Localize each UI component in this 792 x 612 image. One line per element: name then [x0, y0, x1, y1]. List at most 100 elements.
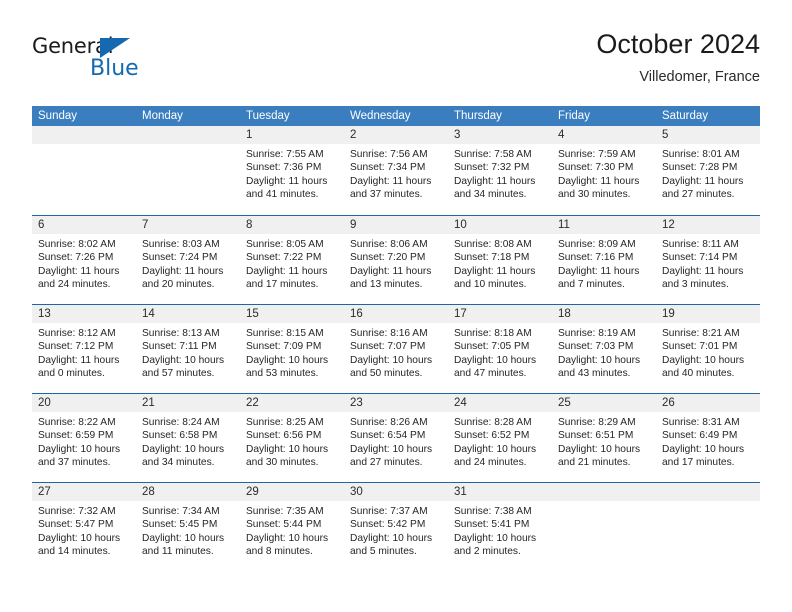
- calendar-day-cell[interactable]: 31 Sunrise: 7:38 AM Sunset: 5:41 PM Dayligh…: [448, 483, 552, 571]
- calendar-day-cell[interactable]: 12 Sunrise: 8:11 AM Sunset: 7:14 PM Dayligh…: [656, 216, 760, 304]
- sunset-text: Sunset: 6:51 PM: [558, 430, 634, 442]
- daylight-text: Daylight: 10 hours and 53 minutes.: [246, 354, 329, 380]
- day-sun-info: Sunrise: 7:37 AM Sunset: 5:42 PM Daylight:…: [344, 501, 448, 559]
- calendar-day-cell[interactable]: 6 Sunrise: 8:02 AM Sunset: 7:26 PM Daylight…: [32, 216, 136, 304]
- sunset-text: Sunset: 5:47 PM: [38, 519, 114, 531]
- calendar-day-cell[interactable]: 21 Sunrise: 8:24 AM Sunset: 6:58 PM Dayligh…: [136, 394, 240, 482]
- daylight-text: Daylight: 11 hours and 3 minutes.: [662, 265, 744, 291]
- calendar-day-cell[interactable]: 24 Sunrise: 8:28 AM Sunset: 6:52 PM Dayligh…: [448, 394, 552, 482]
- calendar-day-cell[interactable]: 18 Sunrise: 8:19 AM Sunset: 7:03 PM Dayligh…: [552, 305, 656, 393]
- day-number: 10: [454, 219, 467, 231]
- calendar-day-cell[interactable]: 9 Sunrise: 8:06 AM Sunset: 7:20 PM Daylight…: [344, 216, 448, 304]
- day-sun-info: Sunrise: 8:21 AM Sunset: 7:01 PM Daylight:…: [656, 323, 760, 381]
- daylight-text: Daylight: 11 hours and 30 minutes.: [558, 175, 640, 201]
- day-number-band: 15: [240, 305, 344, 323]
- calendar-day-cell-empty: [32, 126, 136, 215]
- calendar-day-cell[interactable]: 16 Sunrise: 8:16 AM Sunset: 7:07 PM Dayligh…: [344, 305, 448, 393]
- day-number: 27: [38, 486, 51, 498]
- day-number: 29: [246, 486, 259, 498]
- calendar-day-cell[interactable]: 26 Sunrise: 8:31 AM Sunset: 6:49 PM Dayligh…: [656, 394, 760, 482]
- day-sun-info: Sunrise: 8:05 AM Sunset: 7:22 PM Daylight:…: [240, 234, 344, 292]
- calendar-day-cell[interactable]: 19 Sunrise: 8:21 AM Sunset: 7:01 PM Dayligh…: [656, 305, 760, 393]
- day-number-band: 21: [136, 394, 240, 412]
- day-number-band: 20: [32, 394, 136, 412]
- calendar-day-cell[interactable]: 11 Sunrise: 8:09 AM Sunset: 7:16 PM Dayligh…: [552, 216, 656, 304]
- calendar-day-cell-empty: [552, 483, 656, 571]
- calendar-day-cell[interactable]: 14 Sunrise: 8:13 AM Sunset: 7:11 PM Dayligh…: [136, 305, 240, 393]
- sunset-text: Sunset: 7:20 PM: [350, 252, 426, 264]
- sunrise-text: Sunrise: 7:55 AM: [246, 149, 324, 160]
- sunrise-text: Sunrise: 7:58 AM: [454, 149, 532, 160]
- day-sun-info: Sunrise: 8:11 AM Sunset: 7:14 PM Daylight:…: [656, 234, 760, 292]
- day-sun-info: Sunrise: 8:31 AM Sunset: 6:49 PM Daylight:…: [656, 412, 760, 470]
- day-number-band: 13: [32, 305, 136, 323]
- day-number-band: 8: [240, 216, 344, 234]
- day-number-band: 2: [344, 126, 448, 144]
- day-number: 14: [142, 308, 155, 320]
- calendar-day-cell[interactable]: 30 Sunrise: 7:37 AM Sunset: 5:42 PM Dayligh…: [344, 483, 448, 571]
- page-title: October 2024: [596, 29, 760, 59]
- day-number-band: 18: [552, 305, 656, 323]
- calendar-day-cell[interactable]: 28 Sunrise: 7:34 AM Sunset: 5:45 PM Dayligh…: [136, 483, 240, 571]
- sunrise-text: Sunrise: 8:19 AM: [558, 328, 636, 339]
- day-number-band: 31: [448, 483, 552, 501]
- day-number-band: 5: [656, 126, 760, 144]
- day-sun-info: Sunrise: 8:18 AM Sunset: 7:05 PM Daylight:…: [448, 323, 552, 381]
- general-blue-logo[interactable]: General Blue: [32, 34, 252, 90]
- day-number-band: 19: [656, 305, 760, 323]
- day-number-band: 12: [656, 216, 760, 234]
- calendar-day-cell[interactable]: 10 Sunrise: 8:08 AM Sunset: 7:18 PM Dayligh…: [448, 216, 552, 304]
- day-number-band: 26: [656, 394, 760, 412]
- daylight-text: Daylight: 10 hours and 34 minutes.: [142, 443, 225, 469]
- day-number: 11: [558, 219, 570, 231]
- daylight-text: Daylight: 10 hours and 24 minutes.: [454, 443, 537, 469]
- weekday-header-monday: Monday: [142, 110, 183, 122]
- calendar-day-cell[interactable]: 3 Sunrise: 7:58 AM Sunset: 7:32 PM Daylight…: [448, 126, 552, 215]
- sunset-text: Sunset: 7:30 PM: [558, 162, 634, 174]
- calendar-day-cell[interactable]: 15 Sunrise: 8:15 AM Sunset: 7:09 PM Dayligh…: [240, 305, 344, 393]
- calendar-day-cell[interactable]: 1 Sunrise: 7:55 AM Sunset: 7:36 PM Daylight…: [240, 126, 344, 215]
- sunrise-text: Sunrise: 8:18 AM: [454, 328, 532, 339]
- day-number-band: 14: [136, 305, 240, 323]
- calendar-day-cell[interactable]: 27 Sunrise: 7:32 AM Sunset: 5:47 PM Dayligh…: [32, 483, 136, 571]
- day-number-band: 10: [448, 216, 552, 234]
- calendar-day-cell[interactable]: 7 Sunrise: 8:03 AM Sunset: 7:24 PM Daylight…: [136, 216, 240, 304]
- daylight-text: Daylight: 11 hours and 34 minutes.: [454, 175, 536, 201]
- day-number: 17: [454, 308, 467, 320]
- calendar-day-cell[interactable]: 5 Sunrise: 8:01 AM Sunset: 7:28 PM Daylight…: [656, 126, 760, 215]
- daylight-text: Daylight: 11 hours and 10 minutes.: [454, 265, 536, 291]
- calendar-day-cell[interactable]: 2 Sunrise: 7:56 AM Sunset: 7:34 PM Daylight…: [344, 126, 448, 215]
- day-sun-info: Sunrise: 8:13 AM Sunset: 7:11 PM Daylight:…: [136, 323, 240, 381]
- calendar-day-cell[interactable]: 23 Sunrise: 8:26 AM Sunset: 6:54 PM Dayligh…: [344, 394, 448, 482]
- calendar-day-cell[interactable]: 4 Sunrise: 7:59 AM Sunset: 7:30 PM Daylight…: [552, 126, 656, 215]
- day-sun-info: Sunrise: 7:35 AM Sunset: 5:44 PM Daylight:…: [240, 501, 344, 559]
- sunset-text: Sunset: 7:34 PM: [350, 162, 426, 174]
- day-sun-info: Sunrise: 7:59 AM Sunset: 7:30 PM Daylight:…: [552, 144, 656, 202]
- sunset-text: Sunset: 6:59 PM: [38, 430, 114, 442]
- weekday-header-wednesday: Wednesday: [350, 110, 411, 122]
- weekday-header-friday: Friday: [558, 110, 590, 122]
- sunset-text: Sunset: 6:52 PM: [454, 430, 530, 442]
- calendar-day-cell[interactable]: 17 Sunrise: 8:18 AM Sunset: 7:05 PM Dayligh…: [448, 305, 552, 393]
- day-number: 21: [142, 397, 155, 409]
- day-number-band: [32, 126, 136, 144]
- day-number: 18: [558, 308, 571, 320]
- sunrise-text: Sunrise: 7:35 AM: [246, 506, 324, 517]
- calendar-day-cell[interactable]: 8 Sunrise: 8:05 AM Sunset: 7:22 PM Daylight…: [240, 216, 344, 304]
- weekday-header-thursday: Thursday: [454, 110, 502, 122]
- calendar-day-cell[interactable]: 29 Sunrise: 7:35 AM Sunset: 5:44 PM Dayligh…: [240, 483, 344, 571]
- day-number-band: 6: [32, 216, 136, 234]
- daylight-text: Daylight: 10 hours and 43 minutes.: [558, 354, 641, 380]
- sunset-text: Sunset: 5:44 PM: [246, 519, 322, 531]
- calendar-day-cell[interactable]: 13 Sunrise: 8:12 AM Sunset: 7:12 PM Dayligh…: [32, 305, 136, 393]
- calendar-day-cell[interactable]: 22 Sunrise: 8:25 AM Sunset: 6:56 PM Dayligh…: [240, 394, 344, 482]
- day-number: 7: [142, 219, 149, 231]
- calendar-week-row: 6 Sunrise: 8:02 AM Sunset: 7:26 PM Daylight…: [32, 215, 760, 304]
- calendar-day-cell[interactable]: 20 Sunrise: 8:22 AM Sunset: 6:59 PM Dayligh…: [32, 394, 136, 482]
- calendar-day-cell[interactable]: 25 Sunrise: 8:29 AM Sunset: 6:51 PM Dayligh…: [552, 394, 656, 482]
- day-number: 9: [350, 219, 357, 231]
- day-sun-info: Sunrise: 8:12 AM Sunset: 7:12 PM Daylight:…: [32, 323, 136, 381]
- calendar-day-cell-empty: [136, 126, 240, 215]
- day-number-band: 25: [552, 394, 656, 412]
- sunrise-text: Sunrise: 7:38 AM: [454, 506, 532, 517]
